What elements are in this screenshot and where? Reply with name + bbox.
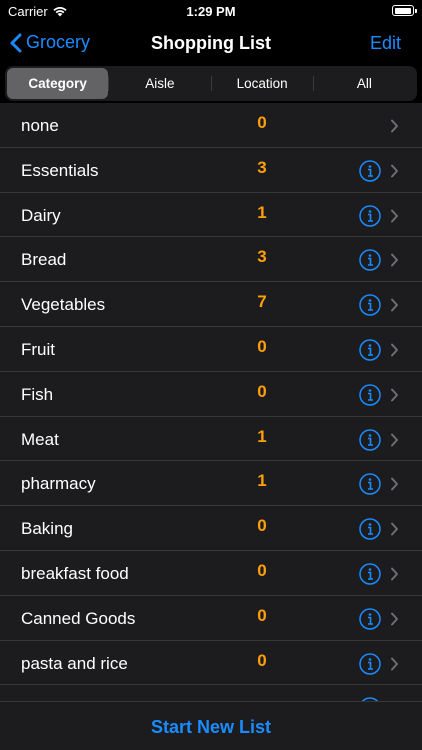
info-circle-icon[interactable] [359,563,381,585]
list-item[interactable]: breakfast food 0 [0,551,422,596]
category-name: Canned Goods [21,608,136,628]
chevron-right-icon [390,164,399,178]
category-name: Meat [21,429,59,449]
navigation-bar: Grocery Shopping List Edit [0,24,422,64]
category-name: Essentials [21,160,99,180]
chevron-right-icon [390,522,399,536]
info-circle-icon[interactable] [359,518,381,540]
chevron-right-icon [390,298,399,312]
edit-button[interactable]: Edit [370,33,401,54]
bottom-toolbar: Start New List [0,701,422,750]
page-title: Shopping List [151,33,271,53]
item-count: 7 [257,292,267,312]
info-circle-icon[interactable] [359,160,381,182]
list-item[interactable]: Fruit 0 [0,327,422,372]
chevron-right-icon [390,253,399,267]
item-count: 0 [257,650,267,670]
category-name: Bread [21,250,67,270]
segment-aisle[interactable]: Aisle [109,68,210,99]
segment-category[interactable]: Category [7,68,109,99]
chevron-right-icon [390,433,399,447]
item-count: 0 [257,381,267,401]
battery-icon [392,5,417,16]
info-circle-icon[interactable] [359,428,381,451]
item-count: 3 [257,247,267,267]
info-circle-icon[interactable] [359,204,381,227]
item-count: 0 [257,516,267,536]
list-item[interactable]: Bread 3 [0,237,422,283]
chevron-right-icon [390,209,399,223]
list-item[interactable]: Essentials 3 [0,148,422,193]
category-name: pharmacy [21,474,96,494]
status-bar: Carrier 1:29 PM [0,0,422,24]
category-name: Dairy [21,205,61,225]
list-item[interactable] [0,685,422,701]
list-item[interactable]: pharmacy 1 [0,461,422,507]
list-item[interactable]: Vegetables 7 [0,282,422,327]
item-count: 0 [257,113,267,132]
info-circle-icon[interactable] [359,608,381,630]
category-name: breakfast food [21,563,129,583]
category-list: none 0 Essentials 3 Dairy 1 Bread 3 Vegetables 7 F… [0,103,422,701]
item-count: 1 [257,202,267,222]
sort-segmented-control: Category Aisle Location All [5,66,417,101]
item-count: 3 [257,157,267,177]
chevron-right-icon [390,567,399,581]
start-new-list-button[interactable]: Start New List [0,717,422,738]
info-circle-icon[interactable] [359,249,381,272]
category-name: Fruit [21,339,55,359]
segment-location[interactable]: Location [212,68,313,99]
chevron-right-icon [390,477,399,491]
list-item[interactable]: Dairy 1 [0,193,422,238]
info-circle-icon[interactable] [359,294,381,316]
chevron-right-icon [390,612,399,626]
list-item[interactable]: none 0 [0,103,422,148]
category-name: Fish [21,384,54,404]
chevron-right-icon [390,657,399,671]
info-circle-icon[interactable] [359,652,381,675]
item-count: 0 [257,560,267,580]
chevron-right-icon [390,388,399,402]
battery-fill [394,7,411,14]
list-item[interactable]: Fish 0 [0,372,422,417]
chevron-right-icon [390,119,399,133]
list-item[interactable]: pasta and rice 0 [0,641,422,686]
list-item[interactable]: Baking 0 [0,506,422,551]
list-item[interactable]: Meat 1 [0,417,422,462]
category-name: Vegetables [21,295,106,315]
item-count: 1 [257,426,267,446]
category-name: none [21,116,59,135]
info-circle-icon[interactable] [359,473,381,496]
item-count: 1 [257,471,267,491]
list-item[interactable]: Canned Goods 0 [0,596,422,641]
info-circle-icon[interactable] [359,339,381,361]
item-count: 0 [257,336,267,356]
segment-all[interactable]: All [314,68,415,99]
item-count: 0 [257,605,267,625]
category-name: pasta and rice [21,653,128,673]
category-name: Baking [21,519,73,539]
chevron-right-icon [390,343,399,357]
info-circle-icon[interactable] [359,384,381,406]
status-time: 1:29 PM [186,4,236,19]
